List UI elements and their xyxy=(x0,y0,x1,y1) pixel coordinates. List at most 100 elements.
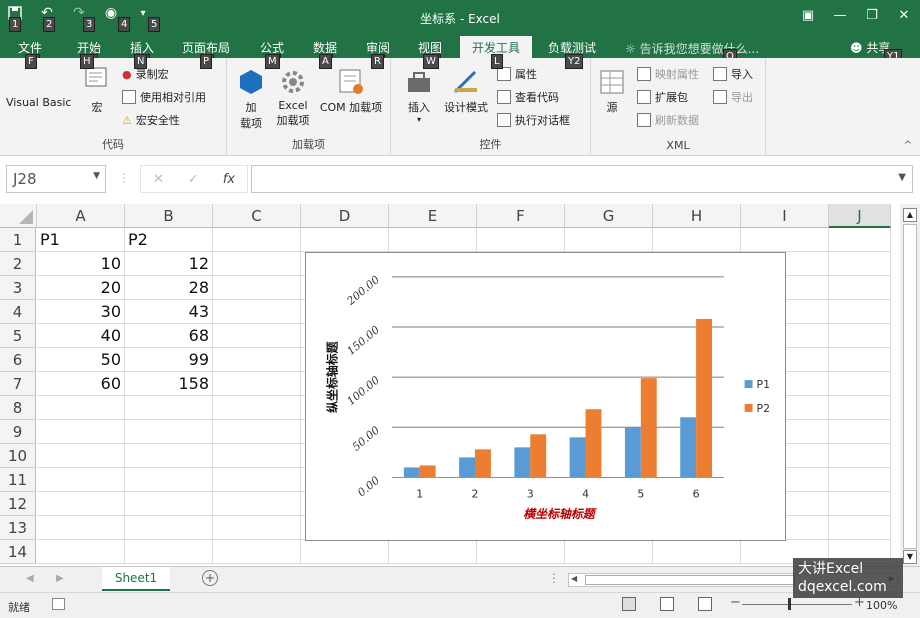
ribbon-display-options-icon[interactable]: ▣ xyxy=(792,0,824,30)
macro-security-button[interactable]: ⚠ 宏安全性 xyxy=(122,112,180,128)
cell-c13[interactable] xyxy=(213,516,301,540)
com-addins-button[interactable]: COM 加载项 xyxy=(315,68,387,115)
cell-c14[interactable] xyxy=(213,540,301,564)
cell-b8[interactable] xyxy=(125,396,213,420)
zoom-level[interactable]: 100% xyxy=(866,599,897,612)
run-dialog-button[interactable]: 执行对话框 xyxy=(497,112,570,128)
column-header-h[interactable]: H xyxy=(653,204,741,228)
sheet-tab-sheet1[interactable]: Sheet1 xyxy=(102,567,170,591)
zoom-slider[interactable] xyxy=(742,598,852,610)
cell-a8[interactable] xyxy=(37,396,125,420)
cell-a11[interactable] xyxy=(37,468,125,492)
close-button[interactable]: ✕ xyxy=(888,0,920,30)
column-header-f[interactable]: F xyxy=(477,204,565,228)
row-header-11[interactable]: 11 xyxy=(0,468,36,492)
cell-a14[interactable] xyxy=(37,540,125,564)
properties-button[interactable]: 属性 xyxy=(497,66,537,82)
cell-j5[interactable] xyxy=(829,324,891,348)
macro-record-status-icon[interactable] xyxy=(52,598,65,610)
cell-d1[interactable] xyxy=(301,228,389,252)
cell-b3[interactable]: 28 xyxy=(125,276,213,300)
row-header-1[interactable]: 1 xyxy=(0,228,36,252)
cell-c9[interactable] xyxy=(213,420,301,444)
cell-a6[interactable]: 50 xyxy=(37,348,125,372)
cell-a13[interactable] xyxy=(37,516,125,540)
scroll-down-icon[interactable]: ▼ xyxy=(903,550,917,564)
cell-c12[interactable] xyxy=(213,492,301,516)
column-header-e[interactable]: E xyxy=(389,204,477,228)
column-chart[interactable]: 0.00 50.00 100.00 150.00 200.00 1 2 3 4 5 6 横坐标轴标题 纵… xyxy=(305,252,786,541)
column-header-j[interactable]: J xyxy=(829,204,891,228)
import-button[interactable]: 导入 xyxy=(713,66,753,82)
row-header-7[interactable]: 7 xyxy=(0,372,36,396)
row-header-8[interactable]: 8 xyxy=(0,396,36,420)
xml-source-button[interactable]: 源 xyxy=(597,68,627,115)
cell-a2[interactable]: 10 xyxy=(37,252,125,276)
cell-j12[interactable] xyxy=(829,492,891,516)
refresh-data-button[interactable]: 刷新数据 xyxy=(637,112,699,128)
cell-e14[interactable] xyxy=(389,540,477,564)
zoom-out-icon[interactable]: − xyxy=(730,595,741,610)
view-code-button[interactable]: 查看代码 xyxy=(497,89,559,105)
cell-g14[interactable] xyxy=(565,540,653,564)
cell-a7[interactable]: 60 xyxy=(37,372,125,396)
column-header-i[interactable]: I xyxy=(741,204,829,228)
cell-c1[interactable] xyxy=(213,228,301,252)
scroll-thumb[interactable] xyxy=(903,224,917,549)
cell-j13[interactable] xyxy=(829,516,891,540)
cell-c11[interactable] xyxy=(213,468,301,492)
cell-a9[interactable] xyxy=(37,420,125,444)
cell-f1[interactable] xyxy=(477,228,565,252)
cell-j10[interactable] xyxy=(829,444,891,468)
zoom-slider-thumb[interactable] xyxy=(788,598,791,610)
row-header-5[interactable]: 5 xyxy=(0,324,36,348)
cell-a5[interactable]: 40 xyxy=(37,324,125,348)
name-box[interactable]: J28 ▼ xyxy=(6,165,106,193)
visual-basic-button[interactable]: Visual Basic xyxy=(6,96,71,109)
cell-b7[interactable]: 158 xyxy=(125,372,213,396)
page-break-view-icon[interactable] xyxy=(698,597,712,611)
cell-c8[interactable] xyxy=(213,396,301,420)
cell-h1[interactable] xyxy=(653,228,741,252)
scroll-up-icon[interactable]: ▲ xyxy=(903,208,917,222)
cell-i1[interactable] xyxy=(741,228,829,252)
restore-button[interactable]: ❐ xyxy=(856,0,888,30)
cell-c6[interactable] xyxy=(213,348,301,372)
normal-view-icon[interactable] xyxy=(622,597,636,611)
cell-b11[interactable] xyxy=(125,468,213,492)
column-header-g[interactable]: G xyxy=(565,204,653,228)
cell-b12[interactable] xyxy=(125,492,213,516)
vertical-scrollbar[interactable]: ▲ ▼ xyxy=(900,204,920,566)
expansion-packs-button[interactable]: 扩展包 xyxy=(637,89,688,105)
addins-button[interactable]: 加 载项 xyxy=(235,68,267,131)
column-header-d[interactable]: D xyxy=(301,204,389,228)
cell-c7[interactable] xyxy=(213,372,301,396)
cell-d14[interactable] xyxy=(301,540,389,564)
cell-a4[interactable]: 30 xyxy=(37,300,125,324)
tab-split-icon[interactable]: ⋮ xyxy=(548,571,560,585)
cell-f14[interactable] xyxy=(477,540,565,564)
cell-a3[interactable]: 20 xyxy=(37,276,125,300)
column-header-c[interactable]: C xyxy=(213,204,301,228)
macros-button[interactable]: 宏 xyxy=(82,66,112,115)
cell-b10[interactable] xyxy=(125,444,213,468)
cell-b4[interactable]: 43 xyxy=(125,300,213,324)
cell-j8[interactable] xyxy=(829,396,891,420)
collapse-ribbon-icon[interactable]: ^ xyxy=(904,140,912,151)
cell-b13[interactable] xyxy=(125,516,213,540)
cell-a10[interactable] xyxy=(37,444,125,468)
row-header-9[interactable]: 9 xyxy=(0,420,36,444)
cell-c3[interactable] xyxy=(213,276,301,300)
cell-b5[interactable]: 68 xyxy=(125,324,213,348)
cell-j2[interactable] xyxy=(829,252,891,276)
cancel-icon[interactable]: ✕ xyxy=(153,172,164,187)
map-properties-button[interactable]: 映射属性 xyxy=(637,66,699,82)
row-header-13[interactable]: 13 xyxy=(0,516,36,540)
column-header-b[interactable]: B xyxy=(125,204,213,228)
name-box-dropdown-icon[interactable]: ▼ xyxy=(93,171,100,181)
cell-b6[interactable]: 99 xyxy=(125,348,213,372)
cell-j7[interactable] xyxy=(829,372,891,396)
row-header-6[interactable]: 6 xyxy=(0,348,36,372)
scroll-left-icon[interactable]: ◀ xyxy=(571,574,577,583)
page-layout-view-icon[interactable] xyxy=(660,597,674,611)
